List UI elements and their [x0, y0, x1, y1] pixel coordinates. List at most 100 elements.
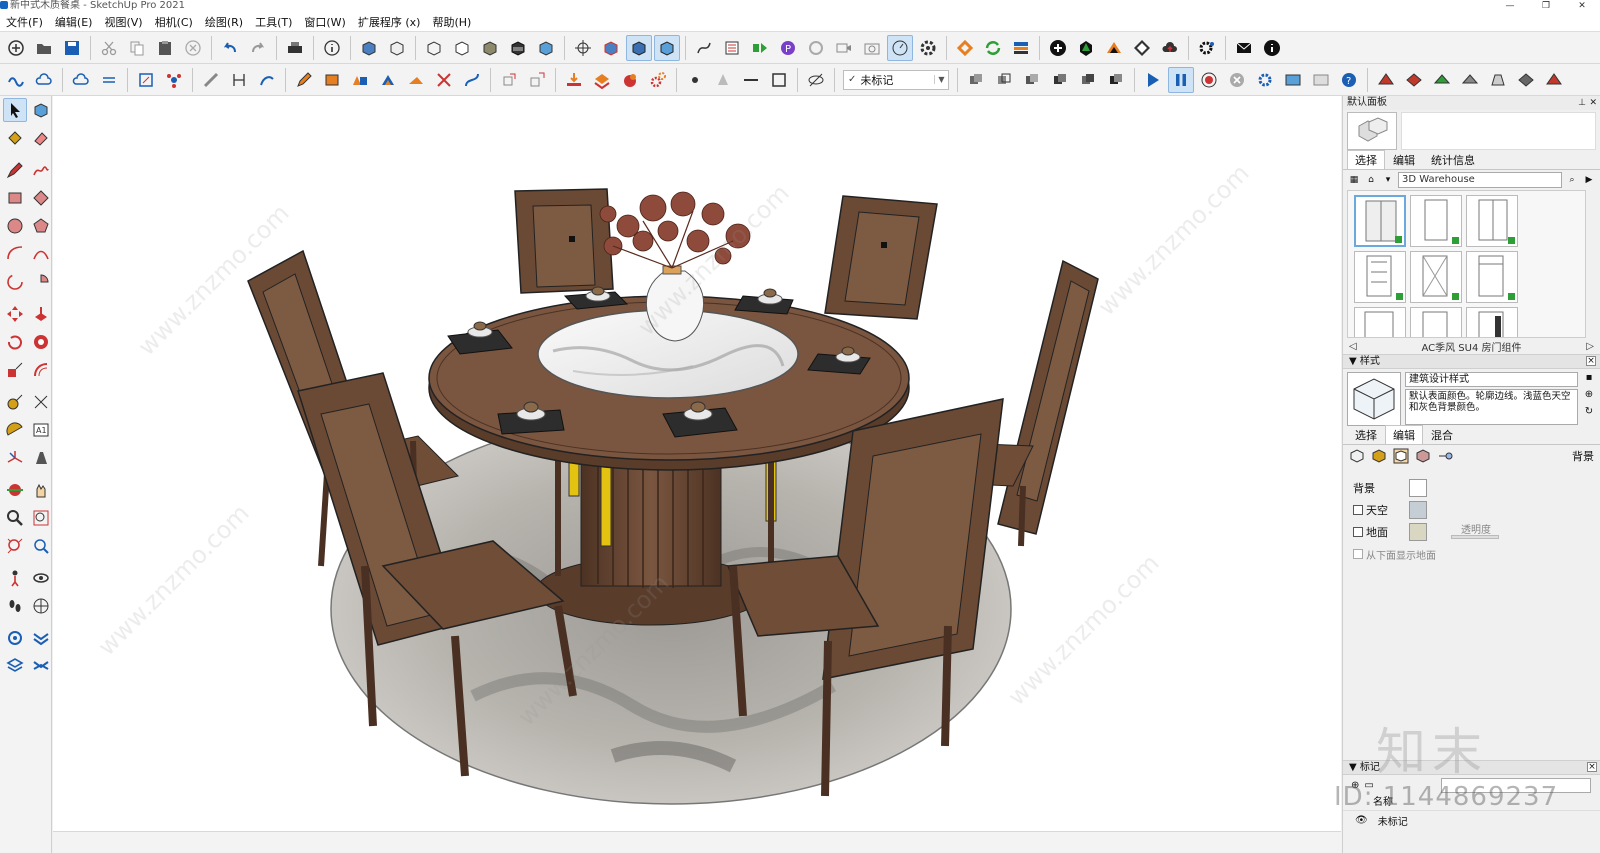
sandbox-button-2[interactable]	[31, 67, 57, 93]
paste-button[interactable]	[152, 35, 178, 61]
sandbox-tool-3[interactable]	[1429, 67, 1455, 93]
menu-view[interactable]: 视图(V)	[98, 14, 148, 30]
plugin-button-8[interactable]	[887, 34, 913, 61]
plugin-button-7[interactable]	[859, 35, 885, 61]
look-around-tool[interactable]	[29, 566, 53, 590]
section-tool[interactable]	[29, 594, 53, 618]
polygon-tool[interactable]	[29, 214, 53, 238]
plugin-button-9[interactable]	[952, 35, 978, 61]
pie-tool[interactable]	[29, 270, 53, 294]
sandbox-tool-c[interactable]	[3, 654, 27, 678]
background-color-swatch[interactable]	[1409, 479, 1427, 497]
close-icon[interactable]: ×	[1587, 762, 1597, 772]
sandbox-tool-7[interactable]	[1541, 67, 1567, 93]
rotate-tool[interactable]	[3, 330, 27, 354]
sky-color-swatch[interactable]	[1409, 501, 1427, 519]
component-thumb[interactable]	[1354, 195, 1406, 247]
ext-button-7[interactable]	[375, 67, 401, 93]
section-display-button[interactable]	[626, 34, 652, 61]
component-search-input[interactable]: 3D Warehouse	[1398, 172, 1562, 188]
tag-select[interactable]: ✓ 未标记 ▼	[843, 69, 949, 90]
ext-button-11[interactable]	[496, 67, 522, 93]
minimize-icon[interactable]: —	[1492, 0, 1528, 12]
rectangle-tool[interactable]	[3, 186, 27, 210]
zoom-window-tool[interactable]	[29, 506, 53, 530]
ground-checkbox[interactable]	[1353, 527, 1363, 537]
maximize-icon[interactable]: ❐	[1528, 0, 1564, 12]
orbit-tool[interactable]	[3, 478, 27, 502]
opacity-slider[interactable]	[1451, 535, 1499, 539]
next-collection-icon[interactable]: ▷	[1586, 341, 1594, 352]
ext-button-1[interactable]	[198, 67, 224, 93]
mail-button[interactable]	[1231, 35, 1257, 61]
move-tool[interactable]	[3, 302, 27, 326]
menu-draw[interactable]: 绘图(R)	[199, 14, 249, 30]
ext-button-5[interactable]	[319, 67, 345, 93]
settings-button[interactable]	[915, 35, 941, 61]
close-icon[interactable]: ×	[1586, 356, 1596, 366]
dimension-tool[interactable]	[29, 390, 53, 414]
tab-edit[interactable]: 编辑	[1385, 425, 1423, 444]
eraser-tool[interactable]	[29, 126, 53, 150]
walk-tool[interactable]	[3, 594, 27, 618]
hidden-line-button[interactable]	[449, 35, 475, 61]
offset-tool[interactable]	[29, 358, 53, 382]
menu-help[interactable]: 帮助(H)	[426, 14, 477, 30]
plugin-button-4[interactable]: P	[775, 35, 801, 61]
style-thumb[interactable]	[1347, 372, 1401, 426]
text-tool[interactable]: A1	[29, 418, 53, 442]
save-style-icon[interactable]: ▪	[1586, 372, 1593, 383]
cut-button[interactable]	[96, 35, 122, 61]
sandbox-button-3[interactable]	[68, 67, 94, 93]
textured-button[interactable]	[505, 35, 531, 61]
sandbox-button-1[interactable]	[3, 67, 29, 93]
monochrome-button[interactable]	[533, 35, 559, 61]
component-tool[interactable]	[29, 98, 53, 122]
ground-color-swatch[interactable]	[1409, 523, 1427, 541]
arc-2-tool[interactable]	[29, 242, 53, 266]
hide-button[interactable]	[803, 67, 829, 93]
frame-browser-button[interactable]	[1308, 67, 1334, 93]
print-button[interactable]	[282, 35, 308, 61]
ext-button-6[interactable]	[347, 67, 373, 93]
zoom-extents-tool[interactable]	[3, 534, 27, 558]
rotated-rect-tool[interactable]	[29, 186, 53, 210]
plugin-button-2[interactable]	[719, 35, 745, 61]
section-cut-button[interactable]	[654, 34, 680, 61]
menu-tools[interactable]: 工具(T)	[249, 14, 298, 30]
frame-window-button[interactable]	[1280, 67, 1306, 93]
watermark-settings-icon[interactable]	[1415, 448, 1431, 464]
solid-tool-6[interactable]	[1103, 67, 1129, 93]
tab-statistics[interactable]: 统计信息	[1423, 150, 1483, 169]
model-viewport[interactable]: www.znzmo.com www.znzmo.com www.znzmo.co…	[53, 96, 1341, 831]
ext-button-2[interactable]	[226, 67, 252, 93]
sandbox-tool-d[interactable]	[29, 654, 53, 678]
plugin-button-16[interactable]	[1157, 35, 1183, 61]
save-button[interactable]	[59, 35, 85, 61]
sandbox-tool-5[interactable]	[1485, 67, 1511, 93]
menu-window[interactable]: 窗口(W)	[298, 14, 351, 30]
forward-icon[interactable]: ▶	[1582, 173, 1596, 187]
ext-button-8[interactable]	[403, 67, 429, 93]
copy-button[interactable]	[124, 35, 150, 61]
circle-tool[interactable]	[3, 214, 27, 238]
tab-edit[interactable]: 编辑	[1385, 150, 1423, 169]
new-file-button[interactable]	[3, 35, 29, 61]
ext-button-3[interactable]	[254, 67, 280, 93]
component-thumb[interactable]	[1354, 251, 1406, 303]
preferences-button[interactable]	[1194, 35, 1220, 61]
component-thumb[interactable]	[1466, 307, 1518, 337]
plugin-button-3[interactable]	[747, 35, 773, 61]
solid-tool-3[interactable]	[1019, 67, 1045, 93]
plugin-button-15[interactable]	[1129, 35, 1155, 61]
close-icon[interactable]: ✕	[1564, 0, 1600, 12]
tab-select[interactable]: 选择	[1347, 150, 1385, 169]
sandbox-tool-a[interactable]	[3, 626, 27, 650]
solid-tool-1[interactable]	[963, 67, 989, 93]
sandbox-tool-4[interactable]	[1457, 67, 1483, 93]
render-settings-button[interactable]	[1252, 67, 1278, 93]
line-tool[interactable]	[3, 158, 27, 182]
solid-tool-5[interactable]	[1075, 67, 1101, 93]
menu-extensions[interactable]: 扩展程序 (x)	[352, 14, 427, 30]
plugin-button-14[interactable]	[1101, 35, 1127, 61]
